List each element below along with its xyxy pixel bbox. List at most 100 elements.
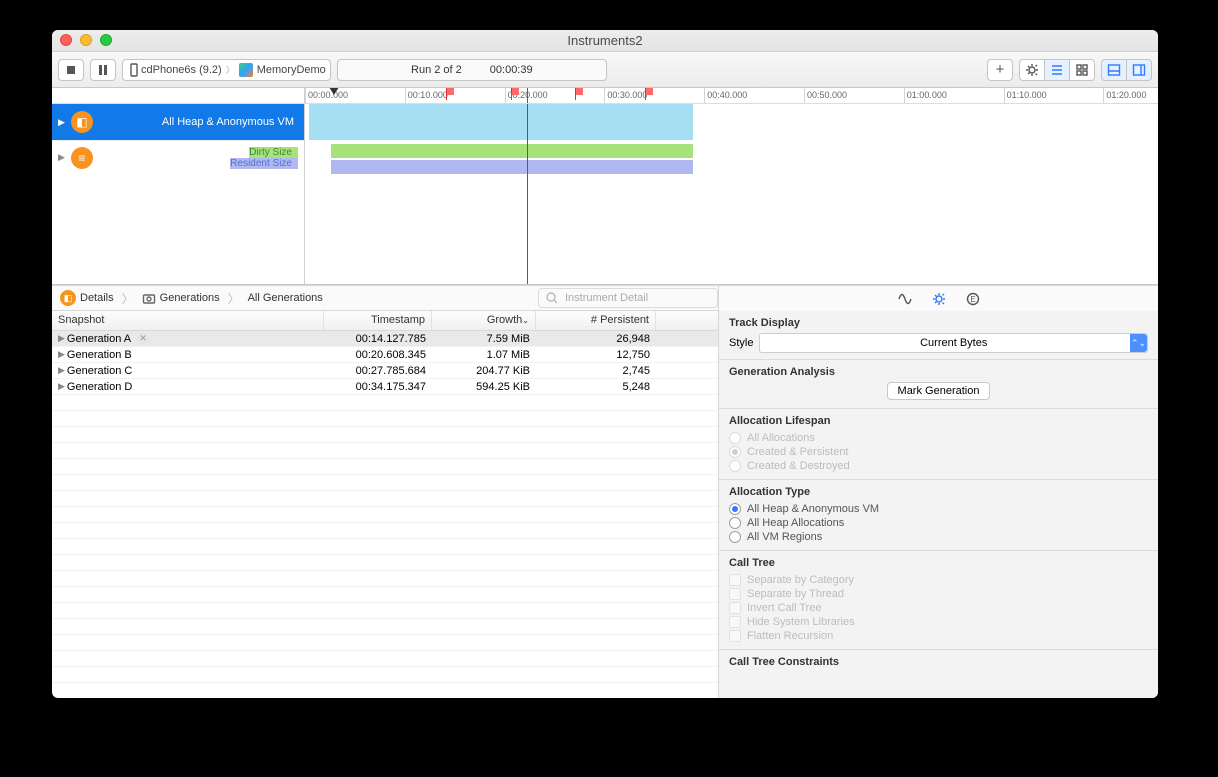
time-ruler[interactable]: 00:00.000 00:10.000 00:20.000 00:30.000 … <box>305 88 1158 103</box>
target-selector[interactable]: cdPhone6s (9.2) 〉 MemoryDemo <box>122 59 331 81</box>
close-window-button[interactable] <box>60 34 72 46</box>
col-persistent[interactable]: # Persistent <box>536 311 656 330</box>
disclosure-icon[interactable]: ▶ <box>58 365 65 376</box>
snapshot-name: Generation A <box>67 333 131 345</box>
extended-detail-icon[interactable]: E <box>966 292 980 306</box>
inspection-cursor[interactable] <box>527 88 528 103</box>
inspector-panel: Track Display Style Current Bytes ⌃⌄ Gen… <box>718 311 1158 698</box>
table-row[interactable]: ▶Generation C✕ 00:27.785.684 204.77 KiB … <box>52 363 718 379</box>
ruler-tick: 00:00.000 <box>305 88 348 103</box>
vm-instrument-icon: ≡ <box>71 147 93 169</box>
ruler-tick: 00:10.000 <box>405 88 448 103</box>
growth-cell: 204.77 KiB <box>432 365 536 377</box>
ruler-tick: 00:50.000 <box>804 88 847 103</box>
track-plot-area[interactable] <box>305 104 1158 284</box>
view-segmented <box>1101 59 1152 81</box>
type-vm[interactable]: All VM Regions <box>729 530 1148 544</box>
generation-flag[interactable] <box>645 88 654 100</box>
disclosure-icon[interactable]: ▶ <box>58 333 65 344</box>
app-window: Instruments2 cdPhone6s (9.2) 〉 MemoryDem… <box>52 30 1158 698</box>
wave-icon[interactable] <box>898 292 912 306</box>
strategy-gear-button[interactable] <box>1019 59 1045 81</box>
detail-bar: ◧ Details 〉 Generations 〉 All Generation… <box>52 285 1158 311</box>
subtrack-label: Dirty Size <box>249 147 298 158</box>
strategy-segmented <box>1019 59 1095 81</box>
type-heap[interactable]: All Heap Allocations <box>729 516 1148 530</box>
disclosure-icon[interactable]: ▶ <box>58 349 65 360</box>
scope-icon <box>545 291 559 305</box>
timeline: 00:00.000 00:10.000 00:20.000 00:30.000 … <box>52 88 1158 285</box>
app-icon <box>239 63 253 77</box>
growth-cell: 594.25 KiB <box>432 381 536 393</box>
plus-icon: + <box>996 61 1005 78</box>
col-growth[interactable]: Growth⌄ <box>432 311 536 330</box>
stop-icon <box>64 63 78 77</box>
inspector-tabs: E <box>719 286 1158 312</box>
device-icon <box>127 63 141 77</box>
ruler-tick: 00:40.000 <box>704 88 747 103</box>
record-stop-button[interactable] <box>58 59 84 81</box>
call-tree-heading: Call Tree <box>729 557 1148 569</box>
ruler-tick: 01:00.000 <box>904 88 947 103</box>
disclosure-icon[interactable]: ▶ <box>58 152 65 163</box>
strategy-list-button[interactable] <box>1044 59 1070 81</box>
window-controls <box>60 34 112 46</box>
disclosure-icon[interactable]: ▶ <box>58 381 65 392</box>
crumb-details[interactable]: Details <box>80 292 114 304</box>
playhead-icon[interactable] <box>329 88 339 95</box>
persistent-cell: 26,948 <box>536 333 656 345</box>
device-label: cdPhone6s (9.2) <box>141 64 222 76</box>
table-row[interactable]: ▶Generation B✕ 00:20.608.345 1.07 MiB 12… <box>52 347 718 363</box>
track-display-heading: Track Display <box>729 317 1148 329</box>
pause-button[interactable] <box>90 59 116 81</box>
add-instrument-button[interactable]: + <box>987 59 1013 81</box>
ct-flatten: Flatten Recursion <box>729 629 1148 643</box>
ct-hide-sys: Hide System Libraries <box>729 615 1148 629</box>
col-timestamp[interactable]: Timestamp <box>324 311 432 330</box>
ct-invert: Invert Call Tree <box>729 601 1148 615</box>
type-heap-anon[interactable]: All Heap & Anonymous VM <box>729 502 1148 516</box>
call-tree-constraints-heading: Call Tree Constraints <box>729 656 1148 668</box>
inspection-cursor-line <box>527 104 528 284</box>
instrument-detail-search[interactable]: Instrument Detail <box>538 288 718 308</box>
snapshot-name: Generation C <box>67 365 132 377</box>
chevron-right-icon: 〉 <box>228 290 240 307</box>
run-status-display[interactable]: Run 2 of 2 00:00:39 <box>337 59 607 81</box>
track-allocations[interactable]: ▶ ◧ All Heap & Anonymous VM <box>52 104 304 140</box>
heap-plot <box>309 104 693 140</box>
toggle-detail-button[interactable] <box>1101 59 1127 81</box>
table-row[interactable]: ▶Generation D✕ 00:34.175.347 594.25 KiB … <box>52 379 718 395</box>
svg-text:E: E <box>970 295 975 304</box>
strategy-grid-button[interactable] <box>1069 59 1095 81</box>
zoom-window-button[interactable] <box>100 34 112 46</box>
ct-sep-thread: Separate by Thread <box>729 587 1148 601</box>
gear-icon[interactable] <box>932 292 946 306</box>
table-header: Snapshot Timestamp Growth⌄ # Persistent <box>52 311 718 331</box>
style-value: Current Bytes <box>920 337 987 349</box>
toolbar: cdPhone6s (9.2) 〉 MemoryDemo Run 2 of 2 … <box>52 52 1158 88</box>
minimize-window-button[interactable] <box>80 34 92 46</box>
elapsed-time: 00:00:39 <box>490 64 533 76</box>
subtrack-label: Resident Size <box>230 158 298 169</box>
crumb-generations[interactable]: Generations <box>160 292 220 304</box>
titlebar: Instruments2 <box>52 30 1158 52</box>
toggle-inspector-button[interactable] <box>1126 59 1152 81</box>
mark-generation-button[interactable]: Mark Generation <box>887 382 991 400</box>
allocations-instrument-icon: ◧ <box>71 111 93 133</box>
allocation-lifespan-heading: Allocation Lifespan <box>729 415 1148 427</box>
dirty-plot <box>331 144 694 158</box>
table-row[interactable]: ▶Generation A✕ 00:14.127.785 7.59 MiB 26… <box>52 331 718 347</box>
col-snapshot[interactable]: Snapshot <box>52 311 324 330</box>
generation-flag[interactable] <box>446 88 455 100</box>
run-label: Run 2 of 2 <box>411 64 462 76</box>
grid-icon <box>1075 63 1089 77</box>
disclosure-icon[interactable]: ▶ <box>58 117 65 128</box>
crumb-all-generations[interactable]: All Generations <box>248 292 323 304</box>
lifespan-all: All Allocations <box>729 431 1148 445</box>
ct-sep-category: Separate by Category <box>729 573 1148 587</box>
generation-flag[interactable] <box>575 88 584 100</box>
track-vm[interactable]: ▶ ≡ Dirty Size Resident Size <box>52 140 304 174</box>
style-select[interactable]: Current Bytes ⌃⌄ <box>759 333 1148 353</box>
generation-flag[interactable] <box>511 88 520 100</box>
delete-snapshot-button[interactable]: ✕ <box>137 333 149 345</box>
